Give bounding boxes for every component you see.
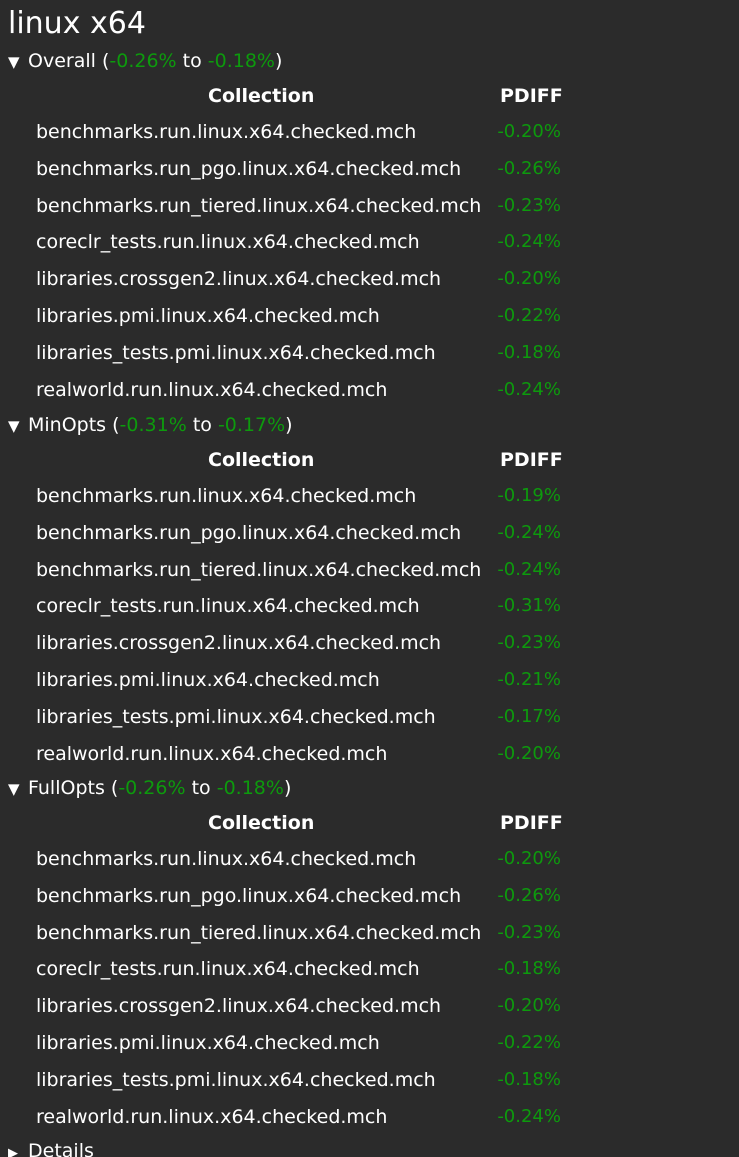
table-row-pdiff: -0.18%: [497, 341, 561, 363]
table-row-pdiff: -0.23%: [497, 194, 561, 216]
range-to: to: [182, 50, 202, 72]
details-label: Details: [28, 1140, 94, 1157]
table-row-collection: benchmarks.run_pgo.linux.x64.checked.mch: [36, 157, 462, 180]
table-row-pdiff: -0.23%: [497, 632, 561, 654]
section-name: Overall: [28, 50, 96, 72]
table-row-pdiff: -0.20%: [497, 742, 561, 764]
table-row-pdiff: -0.26%: [497, 157, 561, 179]
page-title: linux x64: [8, 6, 146, 41]
triangle-down-icon: ▼: [8, 780, 20, 798]
table-row-collection: benchmarks.run_tiered.linux.x64.checked.…: [36, 558, 482, 581]
table-row-pdiff: -0.31%: [497, 595, 561, 617]
close-paren: ): [285, 414, 293, 436]
table-row-collection: libraries.crossgen2.linux.x64.checked.mc…: [36, 995, 442, 1018]
section-summary-fullopts[interactable]: ▼ FullOpts (-0.26% to -0.18%): [8, 773, 291, 803]
table-row-collection: benchmarks.run_pgo.linux.x64.checked.mch: [36, 884, 462, 907]
table-row-collection: libraries.pmi.linux.x64.checked.mch: [36, 669, 380, 691]
table-row-pdiff: -0.24%: [497, 558, 561, 580]
table-row-pdiff: -0.24%: [497, 231, 561, 253]
pdiff-header: PDIFF: [500, 85, 563, 107]
range-min: -0.26%: [118, 777, 186, 799]
table-row-pdiff: -0.17%: [497, 705, 561, 727]
section-name: FullOpts: [28, 777, 105, 799]
range-min: -0.26%: [109, 50, 177, 72]
range-max: -0.18%: [207, 50, 275, 72]
range-to: to: [192, 414, 212, 436]
table-row-pdiff: -0.24%: [497, 1105, 561, 1127]
table-row-pdiff: -0.22%: [497, 1032, 561, 1053]
table-row-pdiff: -0.24%: [497, 521, 561, 543]
triangle-right-icon: ▶: [8, 1146, 18, 1157]
table-row-pdiff: -0.19%: [497, 485, 561, 506]
details-summary[interactable]: ▶ Details: [8, 1136, 94, 1157]
table-row-collection: benchmarks.run_tiered.linux.x64.checked.…: [36, 194, 482, 217]
table-row-pdiff: -0.20%: [497, 995, 561, 1017]
table-row-pdiff: -0.24%: [497, 378, 561, 400]
table-row-collection: libraries.crossgen2.linux.x64.checked.mc…: [36, 268, 442, 291]
table-row-collection: realworld.run.linux.x64.checked.mch: [36, 1105, 388, 1128]
table-row-collection: benchmarks.run_pgo.linux.x64.checked.mch: [36, 521, 462, 544]
table-row-collection: libraries.pmi.linux.x64.checked.mch: [36, 1032, 380, 1054]
triangle-down-icon: ▼: [8, 53, 20, 71]
table-row-collection: libraries_tests.pmi.linux.x64.checked.mc…: [36, 341, 436, 364]
results-page: linux x64 ▼ Overall ( -0.26% to -0.18%) Col…: [0, 0, 739, 1157]
section-name: MinOpts: [28, 414, 107, 436]
table-row-pdiff: -0.20%: [497, 848, 561, 869]
table-row-pdiff: -0.26%: [497, 884, 561, 906]
triangle-down-icon: ▼: [8, 417, 20, 435]
range-to: to: [191, 777, 211, 799]
table-row-collection: benchmarks.run.linux.x64.checked.mch: [36, 121, 417, 143]
table-row-pdiff: -0.18%: [497, 1068, 561, 1090]
pdiff-header: PDIFF: [500, 449, 563, 471]
table-row-collection: benchmarks.run.linux.x64.checked.mch: [36, 485, 417, 507]
table-row-collection: coreclr_tests.run.linux.x64.checked.mch: [36, 958, 420, 981]
collection-header: Collection: [208, 812, 315, 834]
range-max: -0.18%: [216, 777, 284, 799]
table-row-collection: coreclr_tests.run.linux.x64.checked.mch: [36, 595, 420, 618]
table-row-pdiff: -0.20%: [497, 268, 561, 290]
table-row-collection: libraries_tests.pmi.linux.x64.checked.mc…: [36, 1068, 436, 1091]
close-paren: ): [283, 777, 292, 799]
section-summary-overall[interactable]: ▼ Overall (-0.26% to -0.18%): [8, 46, 282, 76]
table-row-pdiff: -0.23%: [497, 921, 561, 943]
section-summary-minopts[interactable]: ▼ MinOpts (-0.31% to -0.17%): [8, 410, 293, 440]
range-min: -0.31%: [119, 414, 187, 436]
table-row-collection: realworld.run.linux.x64.checked.mch: [36, 378, 388, 401]
table-row-pdiff: -0.21%: [497, 669, 561, 690]
table-row-collection: coreclr_tests.run.linux.x64.checked.mch: [36, 231, 420, 254]
table-row-collection: libraries.pmi.linux.x64.checked.mch: [36, 305, 380, 327]
table-row-collection: benchmarks.run.linux.x64.checked.mch: [36, 848, 417, 870]
table-row-collection: libraries.crossgen2.linux.x64.checked.mc…: [36, 632, 442, 655]
table-row-collection: realworld.run.linux.x64.checked.mch: [36, 742, 388, 765]
table-row-pdiff: -0.22%: [497, 305, 561, 326]
table-row-pdiff: -0.18%: [497, 958, 561, 980]
table-row-collection: libraries_tests.pmi.linux.x64.checked.mc…: [36, 705, 436, 728]
range-max: -0.17%: [217, 414, 286, 436]
pdiff-header: PDIFF: [500, 812, 563, 834]
collection-header: Collection: [208, 85, 315, 107]
close-paren: ): [274, 50, 283, 72]
collection-header: Collection: [208, 449, 315, 471]
table-row-collection: benchmarks.run_tiered.linux.x64.checked.…: [36, 921, 482, 944]
open-paren: (: [112, 414, 120, 436]
table-row-pdiff: -0.20%: [497, 121, 561, 142]
